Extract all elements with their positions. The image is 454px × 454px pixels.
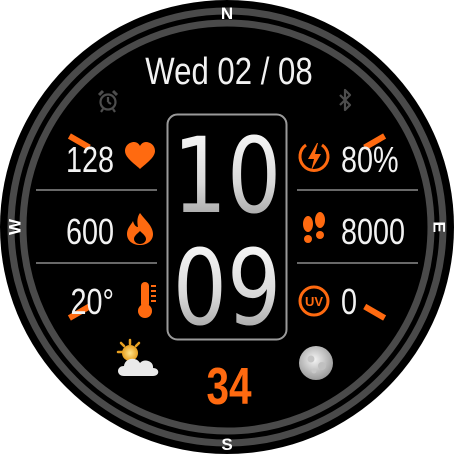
bottom-number: 34 (206, 357, 251, 415)
compass-east: E (430, 221, 449, 232)
compass-north: N (221, 4, 233, 23)
date-label: Wed 02 / 08 (145, 51, 312, 93)
compass-south: S (221, 435, 232, 454)
steps-value: 8000 (341, 211, 405, 252)
uv-badge-label: UV (305, 294, 323, 309)
moon-phase-icon (299, 346, 333, 380)
compass-west: W (6, 218, 25, 235)
heart-rate-value: 128 (66, 139, 114, 180)
battery-value: 80% (341, 139, 399, 180)
watch-face: N S W E Wed 02 / 08 10 09 128 600 20° UV… (0, 0, 454, 454)
calories-value: 600 (66, 211, 114, 252)
time-minutes: 09 (173, 229, 282, 349)
time-hours: 10 (173, 117, 282, 237)
temperature-value: 20° (70, 281, 114, 322)
uv-value: 0 (341, 281, 357, 322)
